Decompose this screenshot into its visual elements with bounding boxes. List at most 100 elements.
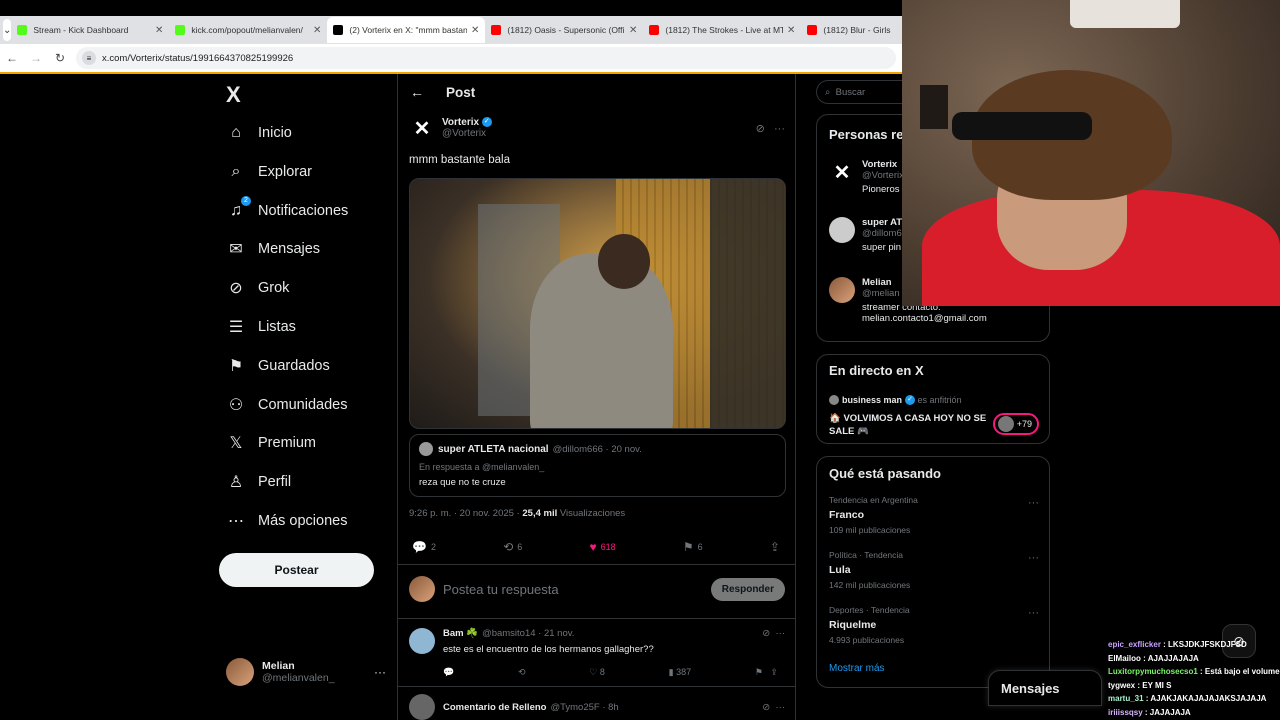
share-button[interactable]: ⇪ xyxy=(770,540,784,554)
show-more-link[interactable]: Mostrar más xyxy=(829,663,885,674)
site-info-icon[interactable]: ≡ xyxy=(82,51,96,65)
reply-author-handle: @bamsito14 · 21 nov. xyxy=(482,628,575,639)
nav-item-notificaciones[interactable]: ♫ 2 Notificaciones xyxy=(226,195,348,226)
more-dots-icon[interactable]: ··· xyxy=(1028,497,1039,509)
card-title: En directo en X xyxy=(829,363,924,378)
live-title: 🏠 VOLVIMOS A CASA HOY NO SE SALE 🎮 xyxy=(829,413,987,437)
nav-item-inicio[interactable]: ⌂ Inicio xyxy=(226,118,292,148)
avatar[interactable] xyxy=(409,628,435,654)
messages-drawer[interactable]: Mensajes xyxy=(988,670,1102,706)
nav-item-label: Guardados xyxy=(258,357,330,374)
views-button[interactable]: ▮ 387 xyxy=(669,667,691,678)
forward-arrow-icon[interactable]: → xyxy=(24,51,48,65)
home-icon: ⌂ xyxy=(226,123,246,143)
avatar xyxy=(829,277,855,303)
like-button[interactable]: ♡ 8 xyxy=(589,667,605,678)
bookmark-button[interactable]: ⚑ 6 xyxy=(683,540,703,554)
repost-icon[interactable]: ⟲ xyxy=(518,667,526,678)
tab-title: Stream - Kick Dashboard xyxy=(33,25,129,35)
tab-search-dropdown[interactable]: ⌄ xyxy=(3,19,12,41)
quote-date: · 20 nov. xyxy=(605,443,642,455)
post-timestamp[interactable]: 9:26 p. m. · 20 nov. 2025 · xyxy=(409,508,520,519)
trend-name: Lula xyxy=(829,564,851,576)
grok-icon[interactable]: ⊘ xyxy=(756,123,765,135)
reply-author-name[interactable]: Comentario de Relleno xyxy=(443,702,546,713)
like-button[interactable]: ♥ 618 xyxy=(590,540,616,554)
avatar[interactable] xyxy=(409,694,435,720)
live-listeners-pill[interactable]: +79 xyxy=(993,413,1039,435)
nav-item-comunidades[interactable]: ⚇ Comunidades xyxy=(226,390,348,420)
favicon-icon xyxy=(175,25,186,35)
heart-icon: ♥ xyxy=(589,540,597,554)
back-arrow-icon[interactable]: ← xyxy=(410,84,424,100)
nav-item-premium[interactable]: 𝕏 Premium xyxy=(226,428,316,458)
quoted-post[interactable]: super ATLETA nacional @dillom666 · 20 no… xyxy=(409,434,786,497)
back-arrow-icon[interactable]: ← xyxy=(0,51,24,65)
address-bar[interactable]: ≡ x.com/Vorterix/status/1991664370825199… xyxy=(76,47,896,69)
bookmark-icon: ⚑ xyxy=(226,356,246,376)
author-handle[interactable]: @Vorterix xyxy=(442,128,756,139)
post-image[interactable] xyxy=(409,178,786,429)
reply-item[interactable]: Bam ☘️ @bamsito14 · 21 nov. ⊘ ··· este e… xyxy=(409,628,785,678)
live-on-x-card[interactable]: En directo en X business man ✓ es anfitri… xyxy=(816,354,1050,444)
views-count: 25,4 mil xyxy=(522,508,558,519)
favicon-icon xyxy=(491,25,502,35)
more-dots-icon[interactable]: ··· xyxy=(1028,607,1039,619)
repost-button[interactable]: ⟲ 6 xyxy=(503,540,522,554)
nav-item-perfil[interactable]: ♙ Perfil xyxy=(226,467,291,497)
nav-item-label: Explorar xyxy=(258,163,312,180)
post-meta: 9:26 p. m. · 20 nov. 2025 · 25,4 mil Vis… xyxy=(409,508,625,519)
grok-icon[interactable]: ⊘ xyxy=(762,628,770,639)
close-icon[interactable]: ✕ xyxy=(471,25,479,36)
chat-username: martu_31 xyxy=(1108,694,1144,703)
nav-item-más-opciones[interactable]: ⋯ Más opciones xyxy=(226,506,347,536)
more-dots-icon[interactable]: ··· xyxy=(776,628,786,639)
nav-item-mensajes[interactable]: ✉ Mensajes xyxy=(226,234,320,264)
more-dots-icon[interactable]: ··· xyxy=(774,123,785,135)
close-icon[interactable]: ✕ xyxy=(629,25,637,36)
reload-icon[interactable]: ↻ xyxy=(48,51,72,65)
reply-button[interactable]: 💬 2 xyxy=(412,540,436,554)
x-logo-icon[interactable]: X xyxy=(226,82,241,108)
grok-icon: ⊘ xyxy=(226,278,246,298)
reply-item[interactable]: Comentario de Relleno @Tymo25F · 8h ⊘ ··… xyxy=(409,694,785,720)
author-name[interactable]: Vorterix xyxy=(442,117,479,128)
nav-item-grok[interactable]: ⊘ Grok xyxy=(226,273,289,303)
card-title: Personas re xyxy=(829,127,904,142)
trend-item[interactable]: Política · Tendencia Lula 142 mil publicac… xyxy=(829,550,1039,590)
browser-tab[interactable]: Stream - Kick Dashboard ✕ xyxy=(11,17,169,43)
browser-tab[interactable]: (2) Vorterix en X: "mmm bastan ✕ xyxy=(327,17,486,43)
browser-tab[interactable]: (1812) The Strokes - Live at MT ✕ xyxy=(643,17,801,43)
nav-item-explorar[interactable]: ⌕ Explorar xyxy=(226,157,312,187)
post-button[interactable]: Postear xyxy=(219,553,374,587)
more-dots-icon[interactable]: ⊘ ··· xyxy=(762,702,785,713)
icon-glyph: ☰ xyxy=(228,319,244,336)
nav-item-guardados[interactable]: ⚑ Guardados xyxy=(226,351,330,381)
close-icon[interactable]: ✕ xyxy=(787,25,795,36)
browser-tab[interactable]: kick.com/popout/melianvalen/ ✕ xyxy=(169,17,327,43)
trend-item[interactable]: Tendencia en Argentina Franco 109 mil publ… xyxy=(829,495,1039,535)
trend-context: Política · Tendencia xyxy=(829,550,904,560)
reply-icon[interactable]: 💬 xyxy=(443,667,454,678)
reply-author-name[interactable]: Bam ☘️ xyxy=(443,628,478,639)
more-dots-icon[interactable]: ··· xyxy=(1028,552,1039,564)
divider xyxy=(398,564,796,565)
nav-item-listas[interactable]: ☰ Listas xyxy=(226,312,296,342)
trend-posts: 142 mil publicaciones xyxy=(829,580,911,590)
trend-item[interactable]: Deportes · Tendencia Riquelme 4.993 public… xyxy=(829,605,1039,645)
avatar xyxy=(419,442,433,456)
more-dots-icon[interactable]: ··· xyxy=(374,665,386,679)
account-switcher[interactable]: Melian @melianvalen_ ··· xyxy=(226,658,386,686)
close-icon[interactable]: ✕ xyxy=(155,25,163,36)
user-name: super AT xyxy=(862,217,903,228)
trend-context: Deportes · Tendencia xyxy=(829,605,910,615)
chat-text: JAJAJAJA xyxy=(1149,707,1191,717)
bookmark-icon[interactable]: ⚑ ⇪ xyxy=(755,667,778,678)
vorterix-logo-icon[interactable]: ✕ xyxy=(410,116,434,140)
browser-tab[interactable]: (1812) Oasis - Supersonic (Offi ✕ xyxy=(485,17,643,43)
reply-submit-button[interactable]: Responder xyxy=(710,577,785,601)
verified-badge-icon: ✓ xyxy=(905,395,916,405)
chat-username: epic_exflicker xyxy=(1108,640,1161,649)
close-icon[interactable]: ✕ xyxy=(313,25,321,36)
reply-input[interactable]: Postea tu respuesta xyxy=(443,582,711,597)
